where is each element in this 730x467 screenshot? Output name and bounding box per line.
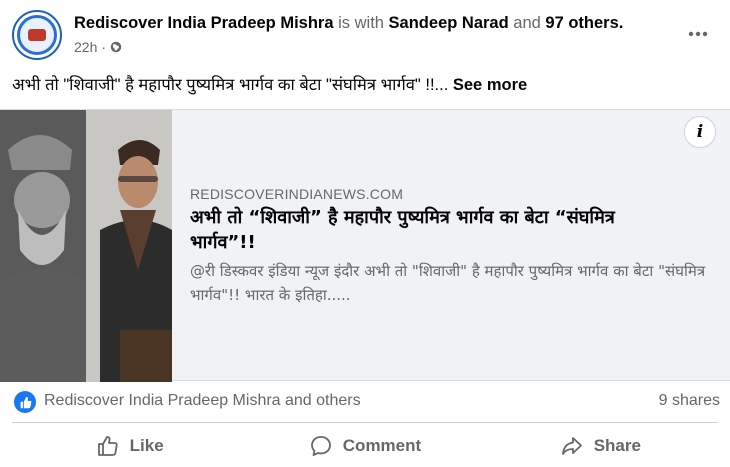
see-more-link[interactable]: See more: [453, 76, 527, 94]
comment-button[interactable]: Comment: [247, 426, 482, 466]
tagged-others[interactable]: 97 others.: [545, 14, 623, 32]
share-icon: [561, 437, 582, 455]
more-options-button[interactable]: [682, 18, 714, 50]
link-description: @री डिस्कवर इंडिया न्यूज इंदौर अभी तो "श…: [190, 262, 706, 304]
with-text: is with: [338, 14, 384, 32]
like-label: Like: [129, 436, 164, 455]
more-icon: [688, 31, 708, 37]
like-reaction-icon[interactable]: [14, 391, 36, 413]
share-button[interactable]: Share: [483, 426, 718, 466]
link-title[interactable]: अभी तो “शिवाजी” है महापौर पुष्यमित्र भार…: [190, 205, 670, 255]
author-name[interactable]: Rediscover India Pradeep Mishra: [74, 14, 334, 32]
info-button[interactable]: i: [684, 116, 716, 148]
reactions-bar: Rediscover India Pradeep Mishra and othe…: [12, 389, 720, 417]
comment-label: Comment: [342, 436, 422, 455]
info-icon: i: [696, 122, 704, 142]
author-line: Rediscover India Pradeep Mishra is with …: [74, 14, 623, 33]
tagged-person[interactable]: Sandeep Narad: [389, 14, 509, 32]
reaction-names[interactable]: Rediscover India Pradeep Mishra and othe…: [44, 392, 361, 410]
link-preview-image[interactable]: [0, 110, 172, 382]
post-body: अभी तो "शिवाजी" है महापौर पुष्यमित्र भार…: [12, 76, 449, 94]
page-avatar[interactable]: [12, 10, 62, 60]
link-preview-card[interactable]: i REDISCOVERINDIANEWS.COM अभी तो “शिवाजी…: [0, 109, 730, 382]
like-button[interactable]: Like: [12, 426, 247, 466]
action-bar: Like Comment Share: [12, 426, 718, 466]
like-icon: [97, 436, 118, 456]
preview-photo: [0, 110, 172, 382]
globe-icon[interactable]: [110, 41, 122, 53]
comment-icon: [310, 436, 331, 456]
divider: [12, 422, 718, 423]
post-meta: 22h ·: [74, 39, 122, 55]
post-header: Rediscover India Pradeep Mishra is with …: [12, 10, 718, 62]
post-text: अभी तो "शिवाजी" है महापौर पुष्यमित्र भार…: [12, 72, 527, 95]
share-count[interactable]: 9 shares: [659, 392, 720, 410]
link-domain: REDISCOVERINDIANEWS.COM: [190, 186, 404, 202]
post-time[interactable]: 22h: [74, 39, 97, 55]
and-text: and: [513, 14, 541, 32]
share-label: Share: [593, 436, 641, 455]
